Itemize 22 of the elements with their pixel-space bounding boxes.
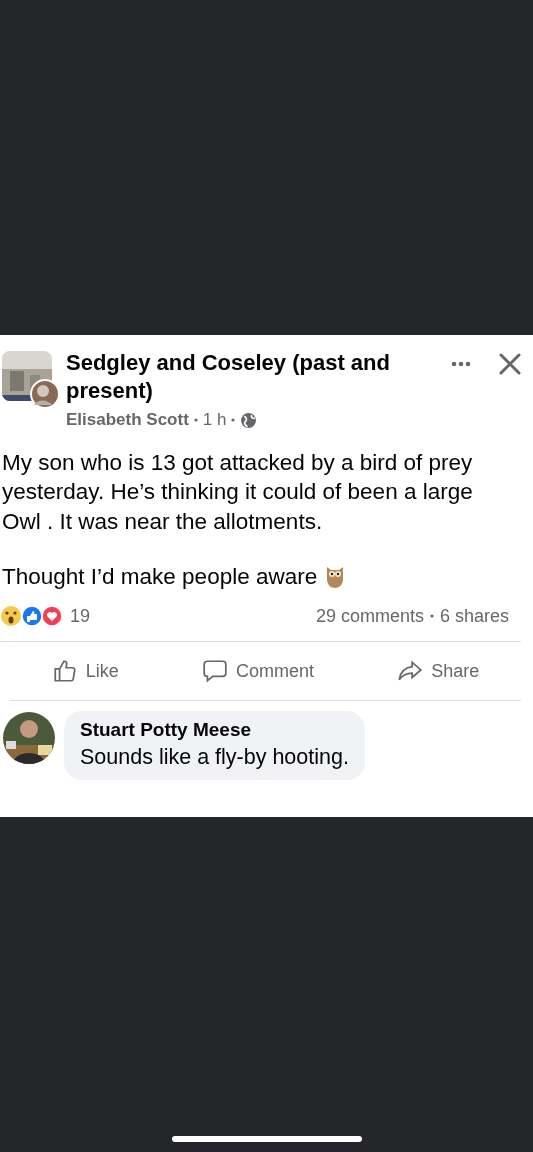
speech-bubble-icon	[201, 658, 228, 684]
share-count[interactable]: 6 shares	[439, 605, 509, 627]
share-button[interactable]: Share	[387, 652, 490, 690]
close-icon[interactable]	[499, 353, 521, 375]
reaction-icons[interactable]	[0, 605, 64, 627]
thumbs-up-icon	[51, 658, 78, 684]
globe-icon	[240, 411, 258, 429]
comment-button[interactable]: Comment	[191, 652, 324, 690]
separator-dot	[429, 614, 434, 618]
separator-dot	[231, 418, 236, 422]
commenter-name[interactable]: Stuart Potty Meese	[80, 719, 349, 741]
post-text: My son who is 13 got attacked by a bird of prey yesterday. He’s thinking it could of been a large Owl . It was near the allotments.	[2, 449, 474, 536]
comment-count[interactable]: 29 comments	[315, 605, 424, 627]
comment-text: Sounds like a fly-by hooting.	[80, 745, 349, 770]
separator-dot	[193, 418, 198, 422]
like-button[interactable]: Like	[41, 652, 129, 690]
post-time[interactable]: 1 h	[202, 410, 227, 430]
reaction-count[interactable]: 19	[70, 605, 91, 627]
group-name[interactable]: Sedgley and Coseley (past and present)	[66, 349, 445, 404]
more-options-icon[interactable]	[451, 361, 471, 367]
author-name[interactable]: Elisabeth Scott	[66, 410, 189, 430]
post-text: Thought I’d make people aware	[2, 562, 318, 591]
